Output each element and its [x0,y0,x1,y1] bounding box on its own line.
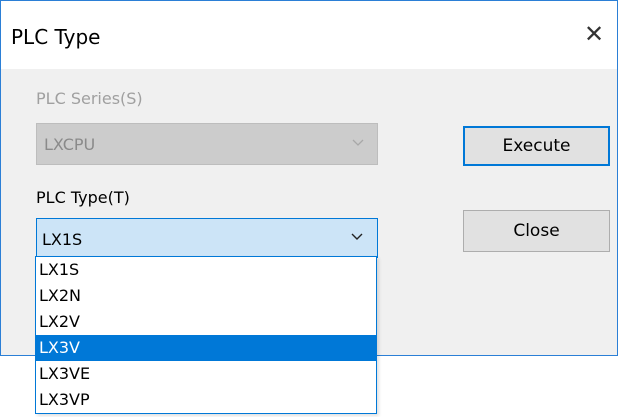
plc-type-label: PLC Type(T) [36,188,130,207]
close-button[interactable]: Close [463,210,610,252]
dropdown-option-lx3vp[interactable]: LX3VP [36,387,376,413]
chevron-down-icon[interactable] [349,229,365,245]
title-bar: PLC Type ✕ [1,1,617,69]
plc-type-combobox[interactable]: LX1S [36,218,378,258]
dropdown-option-lx3v[interactable]: LX3V [36,335,376,361]
plc-series-label: PLC Series(S) [36,89,143,108]
dialog-title: PLC Type [11,25,101,49]
plc-type-dropdown-list[interactable]: LX1S LX2N LX2V LX3V LX3VE LX3VP [35,256,377,414]
dropdown-option-lx2n[interactable]: LX2N [36,283,376,309]
plc-series-combobox: LXCPU [36,123,378,165]
dropdown-option-lx2v[interactable]: LX2V [36,309,376,335]
chevron-down-icon [351,136,365,150]
dropdown-option-lx1s[interactable]: LX1S [36,257,376,283]
plc-type-value: LX1S [42,230,83,249]
dropdown-option-lx3ve[interactable]: LX3VE [36,361,376,387]
plc-series-value: LXCPU [44,135,96,154]
close-icon[interactable]: ✕ [581,21,607,47]
execute-button[interactable]: Execute [463,126,610,166]
